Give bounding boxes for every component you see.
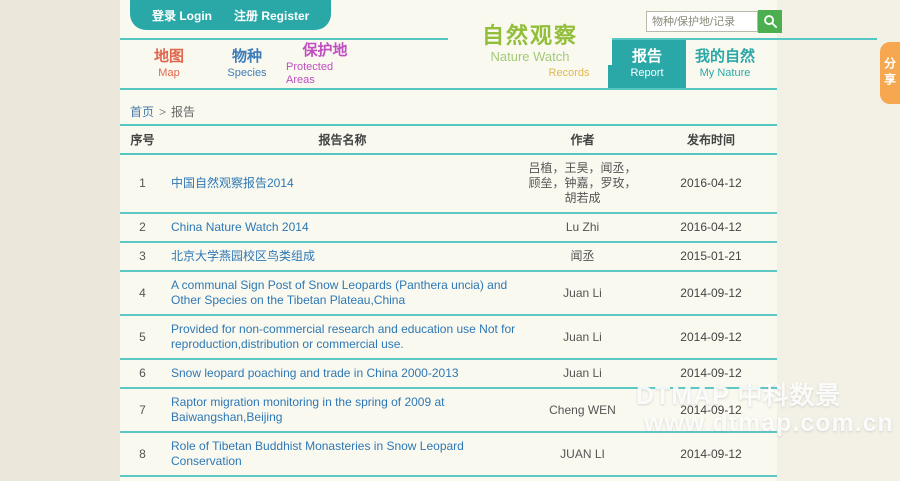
table-row: 1 中国自然观察报告2014 吕植，王昊，闻丞，顾垒，钟嘉，罗玫，胡若成 201… — [120, 154, 777, 213]
row-number: 9 — [120, 476, 165, 481]
nav-item-my-nature[interactable]: 我的自然 My Nature — [686, 40, 764, 88]
register-link[interactable]: 注册 Register — [234, 7, 309, 24]
report-title-link[interactable]: Role of Tibetan Buddhist Monasteries in … — [171, 439, 464, 468]
report-date: 2016-04-12 — [645, 213, 777, 242]
report-title-cell: China Nature Watch 2014 — [165, 213, 520, 242]
report-author: Juan Li — [520, 359, 645, 388]
site-title-en: Nature Watch — [448, 49, 612, 65]
report-title-cell: Raptor migration monitoring in the sprin… — [165, 388, 520, 432]
share-label: 分享 — [882, 57, 899, 89]
table-row: 3 北京大学燕园校区鸟类组成 闻丞 2015-01-21 — [120, 242, 777, 271]
table-row: 9 Seasonal Food Habits and Human conflic… — [120, 476, 777, 481]
report-title-link[interactable]: Snow leopard poaching and trade in China… — [171, 366, 459, 380]
report-author: 闻丞 — [520, 242, 645, 271]
col-header-no: 序号 — [120, 125, 165, 154]
table-row: 6 Snow leopard poaching and trade in Chi… — [120, 359, 777, 388]
login-link[interactable]: 登录 Login — [152, 7, 212, 24]
report-title-cell: Provided for non-commercial research and… — [165, 315, 520, 359]
table-row: 2 China Nature Watch 2014 Lu Zhi 2016-04… — [120, 213, 777, 242]
search-button[interactable] — [758, 10, 782, 33]
share-tab[interactable]: 分享 — [880, 42, 900, 104]
row-number: 2 — [120, 213, 165, 242]
breadcrumb: 首页 > 报告 — [130, 103, 195, 120]
row-number: 7 — [120, 388, 165, 432]
report-title-cell: Role of Tibetan Buddhist Monasteries in … — [165, 432, 520, 476]
report-title-link[interactable]: Raptor migration monitoring in the sprin… — [171, 395, 445, 424]
report-author: Lu Zhi — [520, 213, 645, 242]
search-box — [646, 10, 782, 33]
row-number: 1 — [120, 154, 165, 213]
report-title-cell: 中国自然观察报告2014 — [165, 154, 520, 213]
nav-item-species[interactable]: 物种 Species — [208, 40, 286, 88]
table-header-row: 序号 报告名称 作者 发布时间 — [120, 125, 777, 154]
report-title-link[interactable]: 北京大学燕园校区鸟类组成 — [171, 249, 315, 263]
nav-item-label-en: Species — [227, 67, 266, 80]
report-title-link[interactable]: China Nature Watch 2014 — [171, 220, 309, 234]
col-header-date: 发布时间 — [645, 125, 777, 154]
nav-item-label-en: Records — [549, 67, 590, 80]
nav-item-label-zh: 报告 — [632, 48, 662, 66]
report-date: 2014-09-12 — [645, 388, 777, 432]
report-author: JUAN LI — [520, 432, 645, 476]
report-title-link[interactable]: Provided for non-commercial research and… — [171, 322, 515, 351]
breadcrumb-separator: > — [159, 105, 166, 119]
report-date: 2014-09-12 — [645, 476, 777, 481]
row-number: 5 — [120, 315, 165, 359]
report-date: 2016-04-12 — [645, 154, 777, 213]
report-author: Juan Li — [520, 271, 645, 315]
report-date: 2014-09-12 — [645, 359, 777, 388]
report-author: Lan Wu — [520, 476, 645, 481]
report-table-body: 1 中国自然观察报告2014 吕植，王昊，闻丞，顾垒，钟嘉，罗玫，胡若成 201… — [120, 154, 777, 481]
nav-item-label-zh: 物种 — [232, 48, 262, 66]
report-author: Cheng WEN — [520, 388, 645, 432]
row-number: 3 — [120, 242, 165, 271]
table-row: 8 Role of Tibetan Buddhist Monasteries i… — [120, 432, 777, 476]
nav-item-report[interactable]: 报告 Report — [608, 40, 686, 88]
table-row: 7 Raptor migration monitoring in the spr… — [120, 388, 777, 432]
col-header-title: 报告名称 — [165, 125, 520, 154]
nav-item-label-en: My Nature — [700, 67, 751, 80]
report-title-cell: Seasonal Food Habits and Human conflict … — [165, 476, 520, 481]
table-row: 5 Provided for non-commercial research a… — [120, 315, 777, 359]
nav-item-label-en: Protected Areas — [286, 61, 364, 87]
site-title: 自然观察 Nature Watch — [448, 23, 612, 65]
report-title-link[interactable]: A communal Sign Post of Snow Leopards (P… — [171, 278, 507, 307]
report-title-cell: Snow leopard poaching and trade in China… — [165, 359, 520, 388]
nav-item-label-zh: 地图 — [154, 48, 184, 66]
row-number: 8 — [120, 432, 165, 476]
report-date: 2014-09-12 — [645, 315, 777, 359]
report-title-cell: 北京大学燕园校区鸟类组成 — [165, 242, 520, 271]
nav-item-label-en: Map — [158, 67, 179, 80]
nav-item-protected-areas[interactable]: 保护地 Protected Areas — [286, 40, 364, 88]
report-title-link[interactable]: 中国自然观察报告2014 — [171, 176, 294, 190]
search-icon — [763, 14, 778, 29]
nav-item-label-zh: 保护地 — [302, 42, 347, 60]
col-header-author: 作者 — [520, 125, 645, 154]
report-date: 2014-09-12 — [645, 432, 777, 476]
report-title-cell: A communal Sign Post of Snow Leopards (P… — [165, 271, 520, 315]
row-number: 4 — [120, 271, 165, 315]
breadcrumb-current: 报告 — [171, 105, 195, 119]
nav-item-map[interactable]: 地图 Map — [130, 40, 208, 88]
table-row: 4 A communal Sign Post of Snow Leopards … — [120, 271, 777, 315]
report-table: 序号 报告名称 作者 发布时间 1 中国自然观察报告2014 吕植，王昊，闻丞，… — [120, 124, 777, 481]
login-register-tab: 登录 Login 注册 Register — [130, 0, 331, 30]
report-author: 吕植，王昊，闻丞，顾垒，钟嘉，罗玫，胡若成 — [520, 154, 645, 213]
nav-item-label-en: Report — [630, 67, 663, 80]
report-date: 2015-01-21 — [645, 242, 777, 271]
row-number: 6 — [120, 359, 165, 388]
breadcrumb-home-link[interactable]: 首页 — [130, 105, 154, 119]
search-input[interactable] — [646, 11, 758, 32]
site-title-zh: 自然观察 — [448, 23, 612, 49]
nav-item-label-zh: 我的自然 — [695, 48, 755, 66]
report-author: Juan Li — [520, 315, 645, 359]
nature-watch-page: 登录 Login 注册 Register 自然观察 Nature Watch 地… — [0, 0, 900, 481]
report-date: 2014-09-12 — [645, 271, 777, 315]
